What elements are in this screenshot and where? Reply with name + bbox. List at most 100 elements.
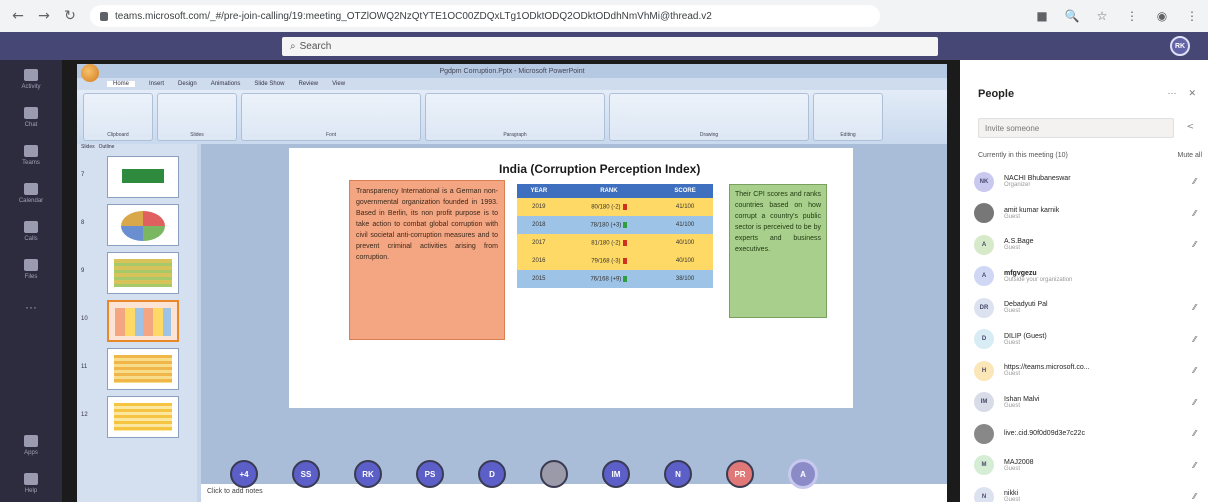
ribbon-tab-insert[interactable]: Insert — [149, 81, 164, 87]
extensions-menu-icon[interactable]: ⋮ — [1124, 8, 1140, 24]
list-item[interactable]: D DILIP (Guest) Guest ⁄⁄ — [974, 324, 1204, 356]
invite-input[interactable]: Invite someone — [978, 118, 1174, 138]
pane-tab-outline[interactable]: Outline — [99, 144, 115, 154]
rail-apps[interactable]: Apps — [0, 426, 62, 464]
participant-avatar[interactable]: N — [664, 460, 692, 488]
table-cell-score: 40/100 — [657, 234, 713, 252]
rail-chat[interactable]: Chat — [0, 98, 62, 136]
back-icon[interactable]: ← — [8, 6, 28, 26]
table-cell-year: 2015 — [517, 270, 561, 288]
pane-tabs: Slides Outline — [77, 144, 197, 154]
ribbon-tab-view[interactable]: View — [332, 81, 345, 87]
list-item[interactable]: A A.S.Bage Guest ⁄⁄ — [974, 229, 1204, 261]
ribbon-group-drawing[interactable]: Drawing — [609, 93, 809, 141]
section-label[interactable]: Currently in this meeting (10) — [978, 152, 1068, 159]
participant-overflow[interactable]: +4 — [230, 460, 258, 488]
participant-avatar[interactable]: D — [478, 460, 506, 488]
list-item[interactable]: Hhttps://teams.microsoft.co... Guest ⁄⁄ — [974, 355, 1204, 387]
current-slide[interactable]: India (Corruption Perception Index) Tran… — [289, 148, 853, 408]
ribbon-group-font[interactable]: Font — [241, 93, 421, 141]
slide-left-textbox: Transparency International is a German n… — [349, 180, 505, 340]
participant-name: nikki — [1004, 490, 1019, 498]
extension-icon[interactable]: ■ — [1034, 8, 1050, 24]
arrow-down-icon — [622, 203, 627, 210]
ribbon-tab-design[interactable]: Design — [178, 81, 197, 87]
rail-help[interactable]: Help — [0, 464, 62, 502]
arrow-down-icon — [622, 239, 627, 246]
slide-thumbnail[interactable] — [107, 348, 179, 390]
participant-name: mfgvgezu — [1004, 269, 1037, 277]
participant-avatar-photo[interactable] — [540, 460, 568, 488]
list-item[interactable]: NK NACHI Bhubaneswar Organizer ⁄⁄ — [974, 166, 1204, 198]
thumb-number: 12 — [81, 412, 88, 418]
rail-files[interactable]: Files — [0, 250, 62, 288]
close-icon[interactable]: ✕ — [1188, 88, 1196, 99]
ribbon-tab-home[interactable]: Home — [107, 81, 136, 87]
mic-muted-icon: ⁄⁄ — [1193, 429, 1196, 439]
participant-avatar[interactable]: RK — [354, 460, 382, 488]
rail-more[interactable]: ··· — [0, 288, 62, 326]
lock-icon — [100, 11, 108, 21]
zoom-icon[interactable]: 🔍 — [1064, 8, 1080, 24]
browser-menu-icon[interactable]: ⋮ — [1184, 8, 1200, 24]
participant-info: MAJ2008 Guest — [1004, 459, 1034, 472]
ribbon-tab-slideshow[interactable]: Slide Show — [254, 81, 284, 87]
thumb-number: 9 — [81, 268, 85, 274]
table-row: 2017 81/180 (-2) 40/100 — [517, 234, 713, 252]
forward-icon[interactable]: → — [34, 6, 54, 26]
list-item[interactable]: M MAJ2008 Guest ⁄⁄ — [974, 450, 1204, 482]
participant-avatar[interactable]: IM — [602, 460, 630, 488]
list-item[interactable]: Nnikki Guest ⁄⁄ — [974, 481, 1204, 502]
rail-calls[interactable]: Calls — [0, 212, 62, 250]
apps-icon — [24, 434, 38, 447]
participant-info: DILIP (Guest) Guest — [1004, 333, 1047, 346]
participant-avatar[interactable]: PS — [416, 460, 444, 488]
bookmark-star-icon[interactable]: ☆ — [1094, 8, 1110, 24]
list-item[interactable]: DR Debadyuti Pal Guest ⁄⁄ — [974, 292, 1204, 324]
ribbon-tab-animations[interactable]: Animations — [211, 81, 241, 87]
participant-avatar[interactable]: PR — [726, 460, 754, 488]
table-header-row: YEAR RANK SCORE — [517, 184, 713, 198]
rail-calendar[interactable]: Calendar — [0, 174, 62, 212]
participant-avatar[interactable]: SS — [292, 460, 320, 488]
search-placeholder: Search — [299, 41, 332, 52]
more-options-icon[interactable]: ··· — [1167, 88, 1176, 99]
list-item[interactable]: IM Ishan Malvi Guest ⁄⁄ — [974, 387, 1204, 419]
slide-thumbnail[interactable] — [107, 156, 179, 198]
reload-icon[interactable]: ↻ — [60, 6, 80, 26]
mute-all-button[interactable]: Mute all — [1177, 152, 1202, 159]
share-invite-icon[interactable]: < — [1186, 122, 1194, 132]
slide-thumbnail[interactable] — [107, 252, 179, 294]
ribbon-group-slides[interactable]: Slides — [157, 93, 237, 141]
list-item[interactable]: amit kumar karnik Guest ⁄⁄ — [974, 198, 1204, 230]
profile-icon[interactable]: ◉ — [1154, 8, 1170, 24]
rail-activity[interactable]: Activity — [0, 60, 62, 98]
ribbon-tab-review[interactable]: Review — [298, 81, 318, 87]
participant-strip: +4 SS RK PS D IM N PR A — [230, 454, 930, 494]
table-cell-rank: 79/168 (-3) — [560, 252, 658, 270]
participant-info: Debadyuti Pal Guest — [1004, 301, 1048, 314]
rail-teams[interactable]: Teams — [0, 136, 62, 174]
slide-thumbnail[interactable] — [107, 396, 179, 438]
participant-role: Guest — [1004, 213, 1021, 220]
participant-role: Guest — [1004, 245, 1021, 252]
ribbon-group-clipboard[interactable]: Clipboard — [83, 93, 153, 141]
search-input[interactable]: ⌕ Search — [282, 37, 938, 56]
slide-thumbnail-selected[interactable] — [107, 300, 179, 342]
participant-avatar-active[interactable]: A — [788, 459, 818, 489]
pane-tab-slides[interactable]: Slides — [81, 144, 95, 154]
office-button-icon[interactable] — [81, 64, 99, 82]
participant-role: Guest — [1004, 339, 1021, 346]
user-avatar[interactable]: RK — [1170, 36, 1190, 56]
mic-muted-icon: ⁄⁄ — [1193, 334, 1196, 344]
list-item[interactable]: live:.cid.90f0d09d3e7c22c ⁄⁄ — [974, 418, 1204, 450]
list-item[interactable]: Amfgvgezu Outside your organization — [974, 261, 1204, 293]
address-bar[interactable]: teams.microsoft.com/_#/pre-join-calling/… — [90, 5, 880, 27]
slide-thumbnail[interactable] — [107, 204, 179, 246]
mic-muted-icon: ⁄⁄ — [1193, 177, 1196, 187]
url-text: teams.microsoft.com/_#/pre-join-calling/… — [115, 10, 712, 22]
ribbon-group-paragraph[interactable]: Paragraph — [425, 93, 605, 141]
participant-name: DILIP (Guest) — [1004, 332, 1047, 340]
participant-info: live:.cid.90f0d09d3e7c22c — [1004, 430, 1085, 437]
ribbon-group-editing[interactable]: Editing — [813, 93, 883, 141]
